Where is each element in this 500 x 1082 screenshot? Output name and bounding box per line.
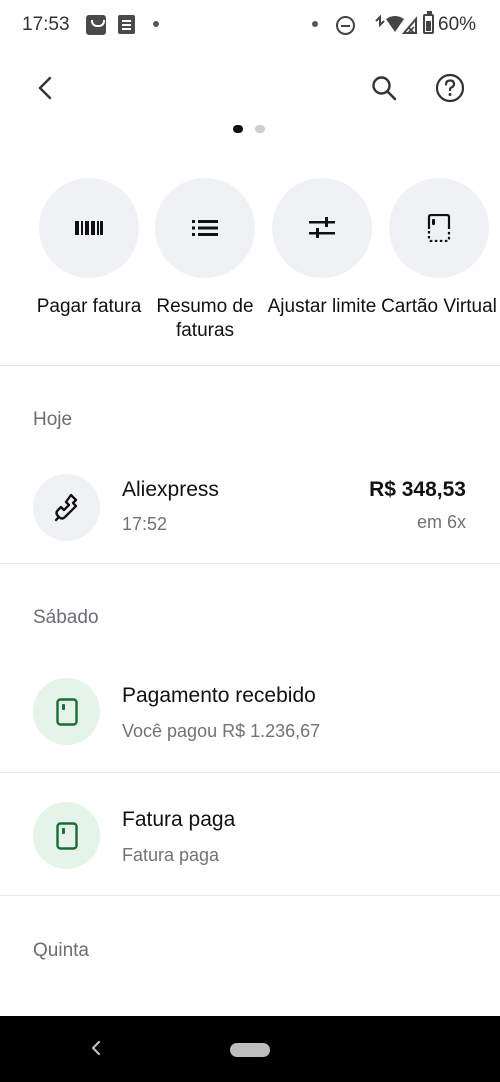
transaction-time: 17:52 [122,514,168,534]
card-icon [55,821,78,850]
transaction-title: Fatura paga [122,808,236,831]
page-dot[interactable] [255,125,265,133]
chevron-left-icon [38,76,52,100]
transaction-row[interactable]: Fatura paga Fatura paga [0,776,500,896]
status-bar: 17:53 60% [0,0,500,50]
action-label: Cartão Virtual [381,296,497,317]
divider [0,772,500,773]
divider [0,563,500,564]
section-title-quinta: Quinta [33,940,89,961]
battery-icon [423,11,434,34]
list-icon [192,220,218,236]
shopping-bag-notification-icon [86,15,106,35]
sliders-icon [309,217,335,238]
transaction-row[interactable]: Pagamento recebido Você pagou R$ 1.236,6… [0,652,500,772]
back-button[interactable] [24,66,68,110]
chevron-left-icon [91,1040,101,1056]
more-notifications-dot-icon [153,21,159,27]
section-title-sabado: Sábado [33,607,99,628]
action-circle[interactable] [389,178,489,278]
action-ajustar-limite[interactable]: Ajustar limite [262,178,382,319]
transaction-icon [33,802,100,869]
action-pagar-fatura[interactable]: Pagar fatura [29,178,149,319]
action-circle[interactable] [155,178,255,278]
card-icon [55,697,78,726]
transaction-title: Aliexpress [122,478,219,501]
help-button[interactable] [428,66,472,110]
transaction-row[interactable]: Aliexpress 17:52 R$ 348,53 em 6x [0,448,500,568]
transaction-icon [33,474,100,541]
notification-dot-icon [312,21,318,27]
divider [0,365,500,366]
transaction-subtitle: Fatura paga [122,845,220,865]
system-home-pill[interactable] [230,1043,270,1057]
system-navigation-bar [0,1016,500,1082]
top-bar [0,60,500,116]
transaction-subtitle: Você pagou R$ 1.236,67 [122,721,321,741]
section-title-hoje: Hoje [33,409,73,430]
barcode-icon [75,221,103,235]
status-time: 17:53 [22,14,70,35]
wrench-icon [54,493,77,521]
search-button[interactable] [362,66,406,110]
action-resumo-de-faturas[interactable]: Resumo de faturas [145,178,265,343]
transaction-amount: R$ 348,53 [369,478,466,501]
transaction-icon [33,678,100,745]
help-circle-icon [435,73,465,103]
system-back-button[interactable] [88,1038,104,1063]
document-notification-icon [118,15,135,34]
transaction-installments: em 6x [416,512,466,532]
transaction-title: Pagamento recebido [122,684,316,707]
search-icon [372,76,397,101]
action-cartao-virtual[interactable]: Cartão Virtual [379,178,499,319]
page-indicator [233,125,265,133]
shortcut-actions: Pagar fatura Resumo de faturas Ajustar l… [0,178,500,348]
action-circle[interactable] [272,178,372,278]
virtual-card-icon [427,214,451,242]
divider [0,895,500,896]
battery-percent: 60% [438,14,477,35]
signal-wifi-icon [374,14,418,40]
action-circle[interactable] [39,178,139,278]
do-not-disturb-icon [336,16,355,35]
page-dot-active[interactable] [233,125,243,133]
